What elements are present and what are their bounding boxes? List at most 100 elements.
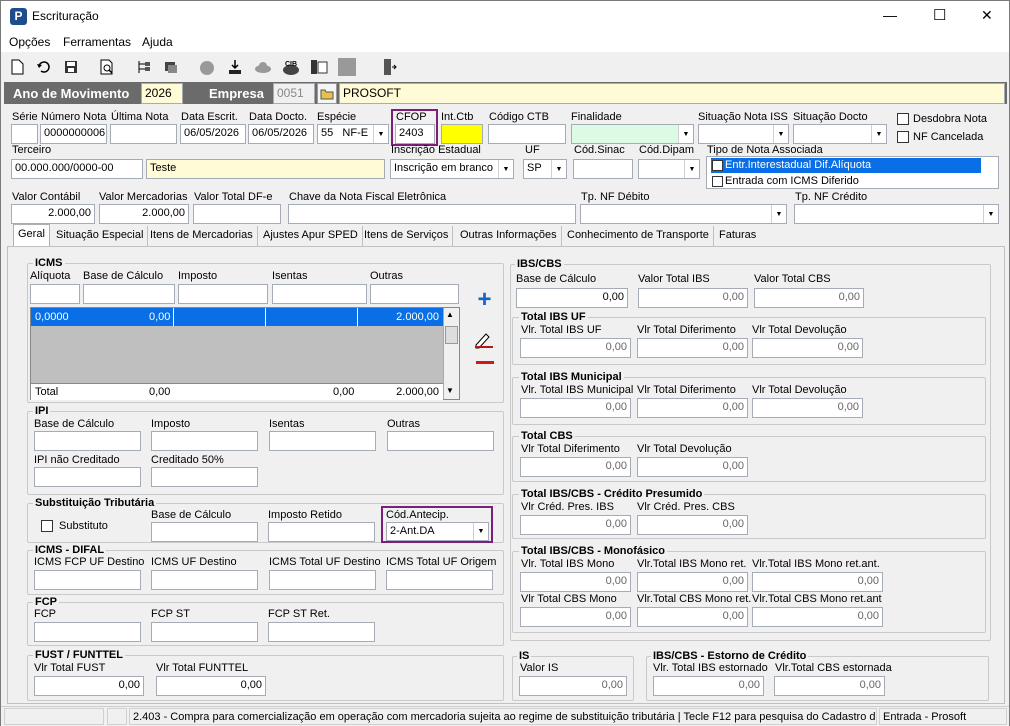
codigo-ctb-input[interactable] bbox=[488, 124, 566, 144]
chevron-down-icon[interactable]: ▼ bbox=[771, 205, 786, 223]
cloud-icon[interactable] bbox=[253, 57, 273, 77]
tab-itens-servicos[interactable]: Itens de Serviços bbox=[360, 226, 454, 246]
m4-input[interactable]: 0,00 bbox=[520, 607, 631, 627]
close-button[interactable]: ✕ bbox=[981, 7, 993, 24]
edit-pencil-icon[interactable] bbox=[472, 329, 497, 349]
tab-situacao-especial[interactable]: Situação Especial bbox=[52, 226, 149, 246]
tree-icon[interactable] bbox=[134, 57, 154, 77]
icms-isentas-input[interactable] bbox=[272, 284, 367, 304]
block-icon[interactable] bbox=[337, 57, 357, 77]
icms-imposto-input[interactable] bbox=[178, 284, 268, 304]
tab-geral[interactable]: Geral bbox=[13, 224, 50, 246]
fcp-st-ret-input[interactable] bbox=[268, 622, 375, 642]
ibs-mun3-input[interactable]: 0,00 bbox=[752, 398, 863, 418]
chevron-down-icon[interactable]: ▼ bbox=[373, 125, 388, 143]
numero-input[interactable]: 0000000006 bbox=[40, 124, 107, 144]
intctb-input[interactable] bbox=[441, 124, 483, 144]
maximize-button[interactable]: ☐ bbox=[933, 6, 946, 24]
cbs2-input[interactable]: 0,00 bbox=[637, 457, 748, 477]
apple-icon[interactable] bbox=[197, 57, 217, 77]
valor-merc-input[interactable]: 2.000,00 bbox=[99, 204, 189, 224]
menu-opcoes[interactable]: Opções bbox=[9, 35, 50, 49]
fcp-st-input[interactable] bbox=[151, 622, 258, 642]
ibs-uf1-input[interactable]: 0,00 bbox=[520, 338, 631, 358]
terceiro-doc-input[interactable]: 00.000.000/0000-00 bbox=[11, 159, 143, 179]
preview-icon[interactable] bbox=[97, 57, 117, 77]
exit-door-icon[interactable] bbox=[379, 57, 399, 77]
cib-icon[interactable]: CIB bbox=[281, 57, 301, 77]
ibs-vt-ibs-input[interactable]: 0,00 bbox=[638, 288, 748, 308]
data-escrit-input[interactable]: 06/05/2026 bbox=[180, 124, 246, 144]
tab-faturas[interactable]: Faturas bbox=[715, 226, 760, 246]
cod-dipam-select[interactable]: ▼ bbox=[638, 159, 700, 179]
difal-total-dest-input[interactable] bbox=[269, 570, 376, 590]
minimize-button[interactable]: — bbox=[883, 7, 897, 23]
m3-input[interactable]: 0,00 bbox=[752, 572, 883, 592]
uf-select[interactable]: SP ▼ bbox=[523, 159, 567, 179]
finalidade-select[interactable] bbox=[571, 124, 694, 144]
tipo-nota-item-1-checkbox[interactable] bbox=[712, 160, 723, 171]
chave-input[interactable] bbox=[288, 204, 576, 224]
ibs-uf2-input[interactable]: 0,00 bbox=[637, 338, 748, 358]
m1-input[interactable]: 0,00 bbox=[520, 572, 631, 592]
tipo-nota-list[interactable]: Entr.Interestadual Dif.Alíquota Entrada … bbox=[706, 156, 999, 189]
serie-input[interactable] bbox=[11, 124, 38, 144]
folder-search-icon[interactable] bbox=[317, 83, 337, 104]
undo-icon[interactable] bbox=[34, 57, 54, 77]
nf-cancelada-checkbox[interactable] bbox=[897, 131, 909, 143]
valor-dfe-input[interactable] bbox=[193, 204, 281, 224]
is-valor-input[interactable]: 0,00 bbox=[519, 676, 627, 696]
scroll-thumb[interactable] bbox=[445, 326, 458, 344]
desdobra-checkbox[interactable] bbox=[897, 113, 909, 125]
icms-outras-input[interactable] bbox=[370, 284, 459, 304]
substituto-checkbox[interactable] bbox=[41, 520, 53, 532]
ipi-base-input[interactable] bbox=[34, 431, 141, 451]
menu-ajuda[interactable]: Ajuda bbox=[142, 35, 173, 49]
print-batch-icon[interactable] bbox=[161, 57, 181, 77]
import-icon[interactable] bbox=[225, 57, 245, 77]
remove-minus-icon[interactable] bbox=[472, 353, 497, 371]
ano-field[interactable]: 2026 bbox=[141, 83, 183, 104]
tab-outras-informacoes[interactable]: Outras Informações bbox=[456, 226, 562, 246]
m5-input[interactable]: 0,00 bbox=[637, 607, 748, 627]
chevron-down-icon[interactable]: ▼ bbox=[983, 205, 998, 223]
inscricao-select[interactable]: Inscrição em branco ▼ bbox=[390, 159, 514, 179]
data-docto-input[interactable]: 06/05/2026 bbox=[248, 124, 314, 144]
empresa-code-field[interactable]: 0051 bbox=[273, 83, 315, 104]
panel-icon[interactable] bbox=[309, 57, 329, 77]
cp1-input[interactable]: 0,00 bbox=[520, 515, 631, 535]
chevron-down-icon[interactable]: ▼ bbox=[684, 160, 699, 178]
fcp-input[interactable] bbox=[34, 622, 141, 642]
chevron-down-icon[interactable]: ▼ bbox=[871, 125, 886, 143]
tab-itens-mercadorias[interactable]: Itens de Mercadorias bbox=[146, 226, 258, 246]
difal-uf-dest-input[interactable] bbox=[151, 570, 258, 590]
valor-contabil-input[interactable]: 2.000,00 bbox=[11, 204, 95, 224]
fust-input[interactable]: 0,00 bbox=[34, 676, 144, 696]
estorno1-input[interactable]: 0,00 bbox=[653, 676, 764, 696]
ipi-imposto-input[interactable] bbox=[151, 431, 258, 451]
cod-sinac-input[interactable] bbox=[573, 159, 633, 179]
chevron-down-icon[interactable]: ▼ bbox=[498, 160, 513, 178]
ultima-input[interactable] bbox=[110, 124, 177, 144]
chevron-down-icon[interactable]: ▼ bbox=[773, 125, 788, 143]
new-document-icon[interactable] bbox=[7, 57, 27, 77]
menu-ferramentas[interactable]: Ferramentas bbox=[63, 35, 131, 49]
ibs-vt-cbs-input[interactable]: 0,00 bbox=[754, 288, 864, 308]
icms-scrollbar[interactable]: ▲ ▼ bbox=[443, 308, 459, 399]
cp2-input[interactable]: 0,00 bbox=[637, 515, 748, 535]
ibs-mun2-input[interactable]: 0,00 bbox=[637, 398, 748, 418]
estorno2-input[interactable]: 0,00 bbox=[774, 676, 885, 696]
icms-base-input[interactable] bbox=[83, 284, 175, 304]
difal-total-orig-input[interactable] bbox=[386, 570, 493, 590]
save-icon[interactable] bbox=[61, 57, 81, 77]
tp-credito-select[interactable]: ▼ bbox=[794, 204, 999, 224]
icms-aliquota-input[interactable] bbox=[30, 284, 80, 304]
icms-grid[interactable]: 0,0000 0,00 2.000,00 Total 0,00 0,00 2.0… bbox=[30, 307, 460, 400]
difal-fcp-input[interactable] bbox=[34, 570, 141, 590]
ipi-cred50-input[interactable] bbox=[151, 467, 258, 487]
tab-ajustes-apur-sped[interactable]: Ajustes Apur SPED bbox=[259, 226, 363, 246]
ibs-uf3-input[interactable]: 0,00 bbox=[752, 338, 863, 358]
ipi-outras-input[interactable] bbox=[387, 431, 494, 451]
ibs-mun1-input[interactable]: 0,00 bbox=[520, 398, 631, 418]
table-row[interactable]: 0,0000 0,00 2.000,00 bbox=[31, 308, 443, 326]
